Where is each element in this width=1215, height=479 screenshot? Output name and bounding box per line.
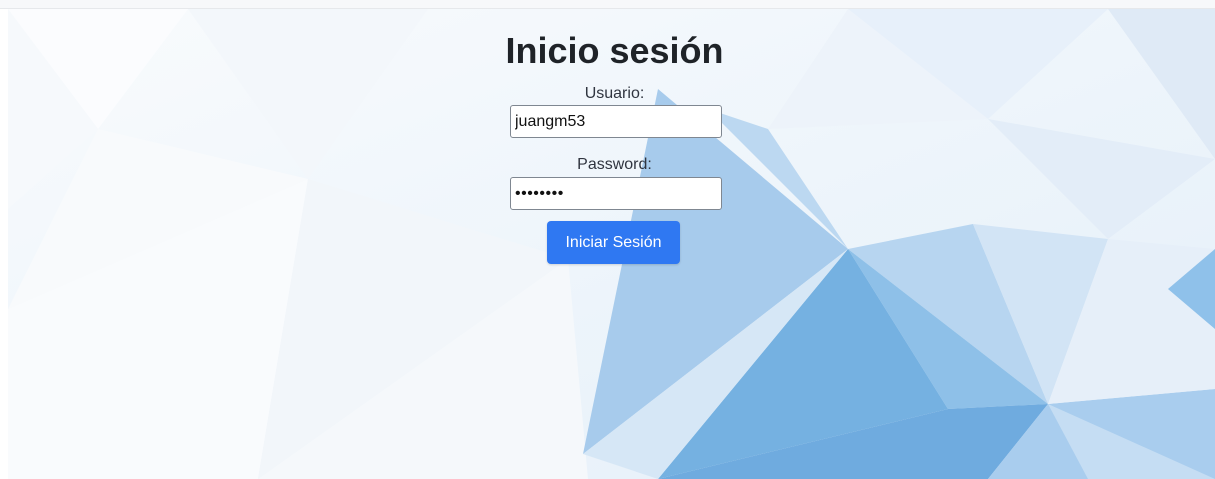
password-label: Password: <box>577 156 652 173</box>
page-title: Inicio sesión <box>505 30 724 71</box>
login-page: Inicio sesión Usuario: Password: Iniciar… <box>0 0 1215 479</box>
login-button[interactable]: Iniciar Sesión <box>547 221 680 264</box>
username-input[interactable] <box>510 105 722 138</box>
username-label: Usuario: <box>584 85 645 102</box>
browser-top-edge <box>0 0 1215 9</box>
password-input[interactable] <box>510 177 722 210</box>
